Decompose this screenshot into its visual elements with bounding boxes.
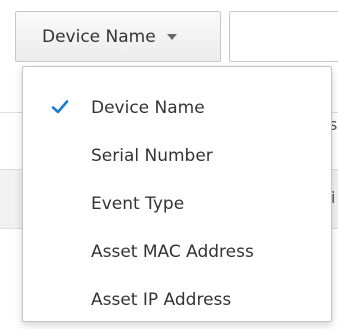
menu-item-asset-mac-address[interactable]: Asset MAC Address [23,228,331,276]
search-input[interactable] [229,11,338,62]
menu-item-asset-ip-address[interactable]: Asset IP Address [23,276,331,324]
menu-item-label: Event Type [91,194,185,214]
filter-field-label: Device Name [42,26,156,47]
menu-item-label: Asset IP Address [91,290,232,310]
menu-item-device-name[interactable]: Device Name [23,84,331,132]
menu-item-label: Asset MAC Address [91,242,254,262]
filter-page: s i Device Name Device Name Serial Numbe… [0,0,338,329]
caret-down-icon [166,34,177,40]
menu-item-label: Serial Number [91,146,213,166]
filter-field-menu: Device Name Serial Number Event Type Ass… [22,66,332,322]
menu-item-event-type[interactable]: Event Type [23,180,331,228]
menu-item-label: Device Name [91,98,205,118]
check-icon [51,100,69,114]
menu-item-serial-number[interactable]: Serial Number [23,132,331,180]
filter-field-dropdown-button[interactable]: Device Name [15,11,221,62]
